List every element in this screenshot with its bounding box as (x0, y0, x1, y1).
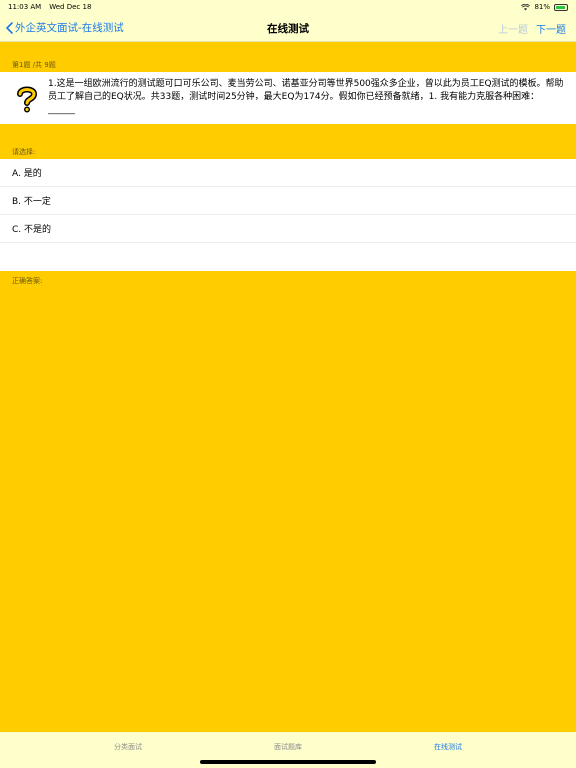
status-right: 81% (521, 3, 568, 11)
option-a[interactable]: A. 是的 (0, 159, 576, 187)
option-c[interactable]: C. 不是的 (0, 215, 576, 243)
nav-actions: 上一题 下一题 (498, 21, 566, 36)
tab-category-interview[interactable]: 分类面试 (48, 732, 208, 768)
navigation-bar: 外企英文面试-在线测试 在线测试 上一题 下一题 (0, 14, 576, 42)
question-mark-icon (17, 86, 38, 113)
question-box: 1.这是一组欧洲流行的测试题可口可乐公司、麦当劳公司、诺基亚分司等世界500强众… (0, 72, 576, 124)
question-counter: 第1题 /共 9题 (12, 61, 56, 69)
prev-question-button[interactable]: 上一题 (498, 21, 528, 36)
battery-percent: 81% (534, 3, 550, 11)
status-bar: 11:03 AM Wed Dec 18 81% (0, 0, 576, 14)
correct-answer-label: 正确答案: (12, 277, 43, 285)
select-label: 请选择: (12, 148, 36, 156)
wifi-icon (521, 3, 531, 11)
tab-online-test[interactable]: 在线测试 (368, 732, 528, 768)
options-list: A. 是的 B. 不一定 C. 不是的 (0, 159, 576, 271)
status-date: Wed Dec 18 (49, 3, 92, 11)
battery-icon (554, 3, 568, 11)
page-title: 在线测试 (267, 23, 309, 35)
question-text: 1.这是一组欧洲流行的测试题可口可乐公司、麦当劳公司、诺基亚分司等世界500强众… (48, 79, 564, 115)
status-time: 11:03 AM (8, 3, 42, 11)
option-b[interactable]: B. 不一定 (0, 187, 576, 215)
next-question-button[interactable]: 下一题 (536, 21, 566, 36)
home-indicator[interactable] (200, 760, 376, 764)
